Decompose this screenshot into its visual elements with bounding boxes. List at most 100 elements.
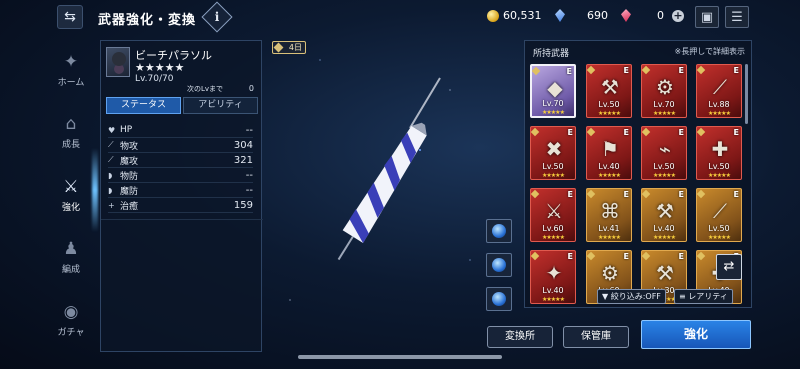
owned-weapons-title: 所持武器 <box>533 49 570 59</box>
weapon-level: Lv.40 <box>542 286 564 295</box>
stat-row-heal: + 治癒 159 <box>108 198 253 213</box>
storage-button[interactable]: 保管庫 <box>563 326 629 348</box>
add-gem-icon[interactable]: + <box>672 9 684 22</box>
weapon-card[interactable]: E ✖ Lv.50 ★★★★★ <box>530 126 576 180</box>
weapon-thumbnail-icon: ⚒ <box>601 75 619 99</box>
weapon-thumbnail-icon: ✖ <box>545 137 563 161</box>
lock-diamond-icon <box>642 251 651 261</box>
equipped-mark: E <box>678 66 684 75</box>
weapon-card[interactable]: E ⚒ Lv.50 ★★★★★ <box>586 64 632 118</box>
stat-value: -- <box>245 184 253 196</box>
weapon-level: Lv.70 <box>653 100 675 109</box>
weapon-stars: ★★★★★ <box>598 234 621 241</box>
nav-item-growth[interactable]: ⌂ 成長 <box>48 114 94 150</box>
weapon-level: Lv.50 <box>542 162 564 171</box>
weapon-card[interactable]: E ⚒ Lv.40 ★★★★★ <box>641 188 687 242</box>
back-button[interactable]: ⇆ <box>57 5 83 29</box>
weapon-thumbnail-icon: ⚙ <box>656 75 674 99</box>
equipped-mark: E <box>678 128 684 137</box>
menu-button[interactable]: ☰ <box>725 6 749 28</box>
swap-arrows-icon: ⇆ <box>64 9 76 25</box>
weapon-level: Lv.60 <box>542 224 564 233</box>
heal-plus-icon: + <box>108 200 115 210</box>
weapon-stars: ★★★★★ <box>542 109 565 116</box>
tab-ability[interactable]: アビリティ <box>183 97 258 114</box>
stat-label: HP <box>120 125 133 135</box>
weapon-level: Lv.50 <box>708 224 730 233</box>
weapon-stars: ★★★★★ <box>542 234 565 241</box>
weapon-stars: ★★★★★ <box>708 234 731 241</box>
enhance-button[interactable]: 強化 <box>641 320 751 349</box>
swap-order-button[interactable]: ⇄ <box>716 254 742 280</box>
weapon-card[interactable]: E ⟋ Lv.50 ★★★★★ <box>696 188 742 242</box>
lock-diamond-icon <box>587 65 596 75</box>
weapon-level: Lv.50 <box>653 162 675 171</box>
swap-arrows-icon: ⇄ <box>723 259 735 274</box>
weapon-thumbnail-icon: ⟋ <box>713 199 727 223</box>
parasol-weapon-image <box>337 77 441 261</box>
weapon-list-scrollbar[interactable] <box>745 64 748 124</box>
tab-status[interactable]: ステータス <box>106 97 181 114</box>
info-icon: i <box>214 10 220 24</box>
convert-button[interactable]: 変換所 <box>487 326 553 348</box>
lock-diamond-icon <box>697 251 706 261</box>
material-slot-1[interactable] <box>486 219 512 243</box>
crystal-amount: 690 <box>587 9 608 22</box>
material-slot-3[interactable] <box>486 287 512 311</box>
shield-icon: ◗ <box>108 170 113 180</box>
weapon-rarity-stars: ★★★★★ <box>135 61 185 74</box>
paid-gem-amount: 0 <box>657 9 664 22</box>
stat-label: 魔防 <box>120 186 139 197</box>
weapon-thumbnail-icon: ⟋ <box>713 75 727 99</box>
equipped-mark: E <box>678 190 684 199</box>
equipped-mark: E <box>567 128 573 137</box>
weapon-thumbnail-icon: ⚒ <box>656 261 674 285</box>
weapon-stars: ★★★★★ <box>653 234 676 241</box>
paid-gem-counter: 0 + <box>621 9 684 22</box>
weapon-card[interactable]: E ⚑ Lv.40 ★★★★★ <box>586 126 632 180</box>
weapon-card[interactable]: E ⌁ Lv.50 ★★★★★ <box>641 126 687 180</box>
equipped-mark: E <box>567 252 573 261</box>
status-tabs: ステータス アビリティ <box>106 97 258 114</box>
weapon-level: Lv.40 <box>598 162 620 171</box>
long-press-hint: ※長押しで詳細表示 <box>674 47 745 56</box>
crystal-icon <box>555 9 565 22</box>
stat-label: 魔攻 <box>120 156 139 167</box>
sort-button[interactable]: ≡ レアリティ <box>674 289 733 304</box>
nav-item-party[interactable]: ♟ 編成 <box>48 239 94 275</box>
sort-icon: ≡ <box>679 292 686 301</box>
lock-diamond-icon <box>697 65 706 75</box>
weapon-card[interactable]: E ⚙ Lv.70 ★★★★★ <box>641 64 687 118</box>
stat-list: ♥ HP -- ⟋ 物攻 304 ⟋ 魔攻 321 ◗ 物防 -- ◗ 魔防 -… <box>108 123 253 213</box>
nav-item-gacha[interactable]: ◉ ガチャ <box>48 302 94 338</box>
weapon-thumbnail-icon: ◆ <box>547 76 563 100</box>
stat-row-mag-atk: ⟋ 魔攻 321 <box>108 153 253 168</box>
weapon-card[interactable]: E ✦ Lv.40 ★★★★★ <box>530 250 576 304</box>
character-portrait[interactable] <box>106 47 130 77</box>
nav-item-enhance[interactable]: ⚔ 強化 <box>48 177 94 213</box>
weapon-stars: ★★★★★ <box>708 172 731 179</box>
lock-diamond-icon <box>642 127 651 137</box>
equipped-mark: E <box>733 128 739 137</box>
gacha-icon: ◉ <box>63 302 79 322</box>
equipped-mark: E <box>623 128 629 137</box>
weapon-level: Lv.50 <box>708 162 730 171</box>
material-slot-2[interactable] <box>486 253 512 277</box>
info-button[interactable]: i <box>201 1 233 33</box>
weapon-card[interactable]: E ⌘ Lv.41 ★★★★★ <box>586 188 632 242</box>
lock-diamond-icon <box>642 189 651 199</box>
weapon-stars: ★★★★★ <box>653 110 676 117</box>
filter-button[interactable]: ▼ 絞り込み:OFF <box>597 289 666 304</box>
weapon-card[interactable]: E ✚ Lv.50 ★★★★★ <box>696 126 742 180</box>
weapon-card[interactable]: E ⚔ Lv.60 ★★★★★ <box>530 188 576 242</box>
present-box-button[interactable]: ▣ <box>695 6 719 28</box>
stat-value: -- <box>245 124 253 136</box>
home-icon: ✦ <box>63 52 79 72</box>
weapon-card[interactable]: E ◆ Lv.70 ★★★★★ <box>530 64 576 118</box>
nav-label-enhance: 強化 <box>61 203 80 213</box>
weapon-card[interactable]: E ⟋ Lv.88 ★★★★★ <box>696 64 742 118</box>
weapon-thumbnail-icon: ⚔ <box>545 199 563 223</box>
nav-item-home[interactable]: ✦ ホーム <box>48 52 94 88</box>
weapon-stars: ★★★★★ <box>598 172 621 179</box>
stat-value: 304 <box>233 139 253 151</box>
